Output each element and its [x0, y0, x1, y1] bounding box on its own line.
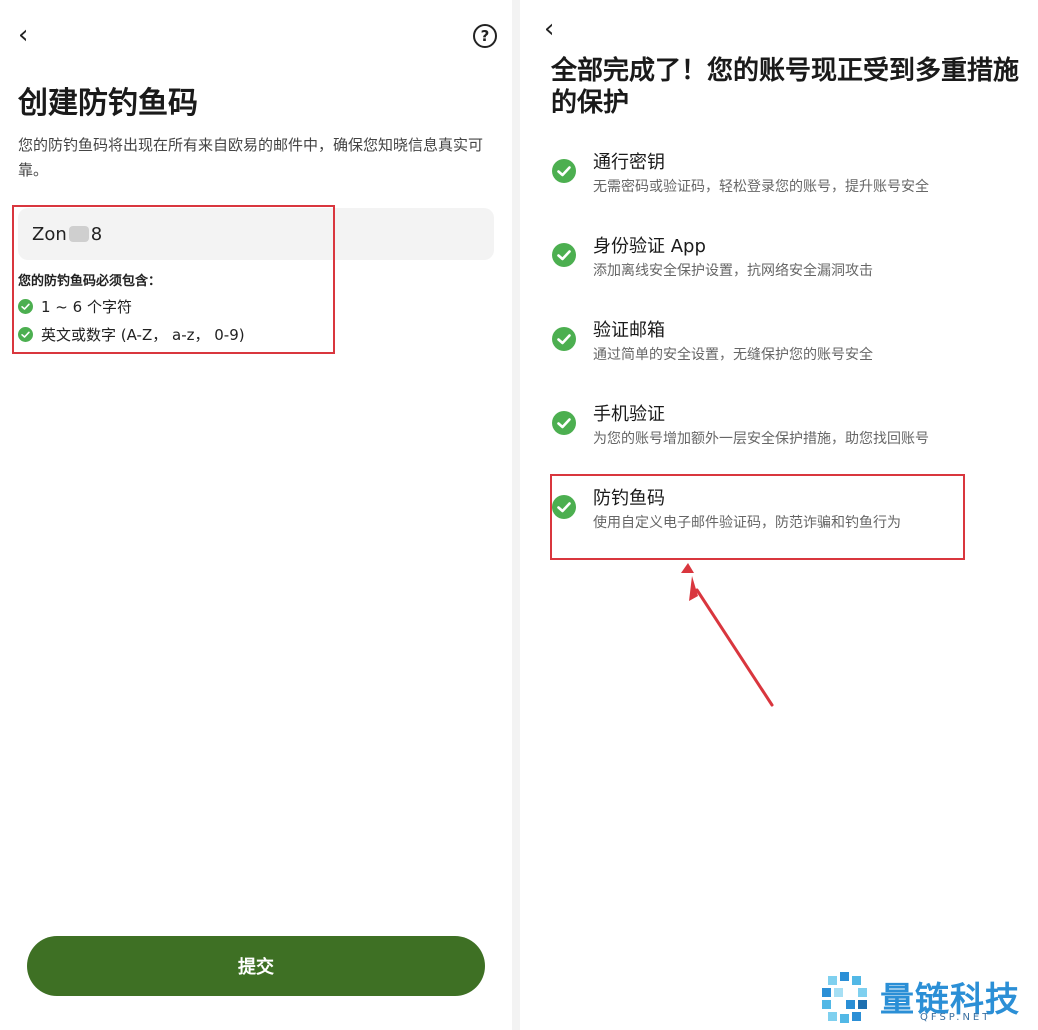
- input-value-suffix: 8: [90, 223, 103, 245]
- security-item-title: 验证邮箱: [593, 320, 665, 341]
- requirements-title: 您的防钓鱼码必须包含：: [18, 274, 162, 289]
- security-item-title: 通行密钥: [593, 152, 665, 173]
- security-item-title: 身份验证 App: [593, 236, 706, 257]
- check-circle-icon: [552, 327, 576, 351]
- security-item-title: 防钓鱼码: [593, 488, 665, 509]
- security-item-desc: 无需密码或验证码，轻松登录您的账号，提升账号安全: [593, 179, 929, 195]
- requirement-item: 1 ~ 6 个字符: [18, 296, 132, 317]
- security-item-desc: 通过简单的安全设置，无缝保护您的账号安全: [593, 347, 873, 363]
- requirement-label: 英文或数字 (A-Z， a-z， 0-9): [41, 326, 245, 344]
- watermark-logo: 量链科技 QFSP.NET: [818, 970, 1036, 1028]
- logo-icon: [822, 972, 867, 1023]
- security-item-title: 手机验证: [593, 404, 665, 425]
- redacted-mask: [68, 226, 89, 242]
- check-circle-icon: [552, 411, 576, 435]
- page-title: 全部完成了！您的账号现正受到多重措施的保护: [551, 56, 1020, 118]
- check-circle-icon: [18, 299, 33, 314]
- anti-phishing-code-input[interactable]: Zon 8: [18, 208, 494, 260]
- submit-button[interactable]: 提交: [27, 936, 485, 996]
- requirement-item: 英文或数字 (A-Z， a-z， 0-9): [18, 324, 245, 345]
- panel-divider: [512, 0, 520, 1030]
- check-circle-icon: [552, 159, 576, 183]
- page-description: 您的防钓鱼码将出现在所有来自欧易的邮件中，确保您知晓信息真实可靠。: [18, 136, 484, 179]
- create-anti-phishing-screen: ‹ ? 创建防钓鱼码 您的防钓鱼码将出现在所有来自欧易的邮件中，确保您知晓信息真…: [0, 0, 512, 1030]
- check-circle-icon: [552, 495, 576, 519]
- check-circle-icon: [552, 243, 576, 267]
- security-item-desc: 使用自定义电子邮件验证码，防范诈骗和钓鱼行为: [593, 515, 901, 531]
- help-icon[interactable]: ?: [473, 24, 497, 48]
- back-icon[interactable]: ‹: [18, 22, 28, 48]
- security-complete-screen: ‹ 全部完成了！您的账号现正受到多重措施的保护 通行密钥 无需密码或验证码，轻松…: [520, 0, 1038, 1030]
- requirement-label: 1 ~ 6 个字符: [41, 298, 132, 316]
- back-icon[interactable]: ‹: [544, 16, 554, 42]
- watermark-domain: QFSP.NET: [920, 1012, 992, 1023]
- security-item-desc: 为您的账号增加额外一层安全保护措施，助您找回账号: [593, 431, 929, 447]
- security-item-desc: 添加离线安全保护设置，抗网络安全漏洞攻击: [593, 263, 873, 279]
- check-circle-icon: [18, 327, 33, 342]
- page-title: 创建防钓鱼码: [18, 86, 198, 121]
- input-value-prefix: Zon: [32, 223, 67, 245]
